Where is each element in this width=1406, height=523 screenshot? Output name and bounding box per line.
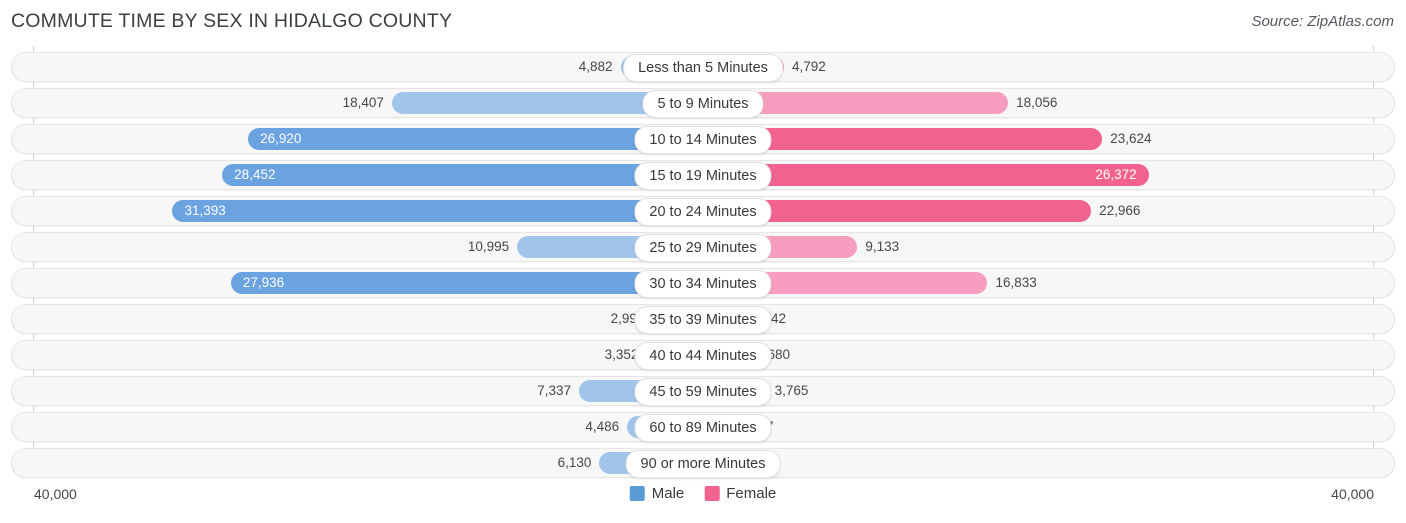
bar-value-female: 22,966: [1099, 203, 1141, 218]
page-title: COMMUTE TIME BY SEX IN HIDALGO COUNTY: [11, 10, 453, 32]
category-label: 60 to 89 Minutes: [634, 414, 772, 442]
bar-value-female: 16,833: [995, 275, 1037, 290]
category-label: 35 to 39 Minutes: [634, 306, 772, 334]
legend-item[interactable]: Male: [629, 485, 685, 502]
category-label: 15 to 19 Minutes: [634, 162, 772, 190]
category-label: 40 to 44 Minutes: [634, 342, 772, 370]
chart-row: 2,9942,44235 to 39 Minutes: [11, 304, 1395, 334]
chart-row: 7,337 3,765 45 to 59 Minutes: [11, 376, 1395, 406]
legend-swatch-icon: [704, 486, 720, 501]
legend-label: Male: [651, 485, 685, 502]
legend-item[interactable]: Female: [704, 485, 776, 502]
chart-legend: Male Female: [629, 485, 776, 502]
bar-male: [172, 200, 703, 222]
bar-value-male: 4,486: [585, 419, 620, 434]
bar-value-male: 7,337: [537, 383, 572, 398]
bar-value-male: 26,920: [260, 131, 302, 146]
category-label: 30 to 34 Minutes: [634, 270, 772, 298]
chart-row: 26,920 23,624 10 to 14 Minutes: [11, 124, 1395, 154]
plot-area: 4,882 4,792 Less than 5 Minutes 18,407 18,05…: [0, 46, 1406, 478]
category-label: 25 to 29 Minutes: [634, 234, 772, 262]
category-label: 45 to 59 Minutes: [634, 378, 772, 406]
bar-value-female: 18,056: [1016, 95, 1058, 110]
category-label: 5 to 9 Minutes: [642, 90, 764, 118]
bar-male: [230, 272, 703, 294]
bar-value-male: 31,393: [184, 203, 226, 218]
chart-row: 4,882 4,792 Less than 5 Minutes: [11, 52, 1395, 82]
bar-value-male: 3,352: [604, 347, 639, 362]
bar-value-female: 4,792: [791, 59, 826, 74]
chart-root: COMMUTE TIME BY SEX IN HIDALGO COUNTY So…: [0, 0, 1406, 523]
bar-value-female: 23,624: [1110, 131, 1152, 146]
axis-tick-right: 40,000: [1331, 486, 1374, 502]
chart-row: 31,393 22,966 20 to 24 Minutes: [11, 196, 1395, 226]
chart-row: 10,995 9,133 25 to 29 Minutes: [11, 232, 1395, 262]
bar-value-female: 26,372: [1095, 167, 1137, 182]
category-label: 20 to 24 Minutes: [634, 198, 772, 226]
category-label: 90 or more Minutes: [625, 450, 781, 478]
legend-swatch-icon: [629, 486, 645, 501]
bar-male: [222, 164, 703, 186]
category-label: Less than 5 Minutes: [623, 54, 783, 82]
bar-value-female: 3,765: [774, 383, 809, 398]
axis-tick-left: 40,000: [34, 486, 77, 502]
bar-value-male: 28,452: [234, 167, 276, 182]
bar-value-male: 4,882: [578, 59, 613, 74]
legend-label: Female: [726, 485, 777, 502]
chart-row: 4,4861,69760 to 89 Minutes: [11, 412, 1395, 442]
bar-value-male: 18,407: [342, 95, 384, 110]
bar-value-male: 6,130: [557, 455, 592, 470]
bar-value-male: 10,995: [467, 239, 510, 254]
bar-value-female: 9,133: [865, 239, 900, 254]
chart-row: 28,452 26,372 15 to 19 Minutes: [11, 160, 1395, 190]
chart-row: 27,936 16,833 30 to 34 Minutes: [11, 268, 1395, 298]
chart-row: 3,352 2,680 40 to 44 Minutes: [11, 340, 1395, 370]
source-attribution: Source: ZipAtlas.com: [1251, 13, 1394, 30]
bar-value-male: 27,936: [242, 275, 285, 290]
chart-footer: 40,000 40,000 Male Female: [0, 478, 1406, 523]
chart-row: 6,13077690 or more Minutes: [11, 448, 1395, 478]
chart-row: 18,407 18,056 5 to 9 Minutes: [11, 88, 1395, 118]
category-label: 10 to 14 Minutes: [634, 126, 772, 154]
chart-header: COMMUTE TIME BY SEX IN HIDALGO COUNTY So…: [0, 0, 1406, 46]
